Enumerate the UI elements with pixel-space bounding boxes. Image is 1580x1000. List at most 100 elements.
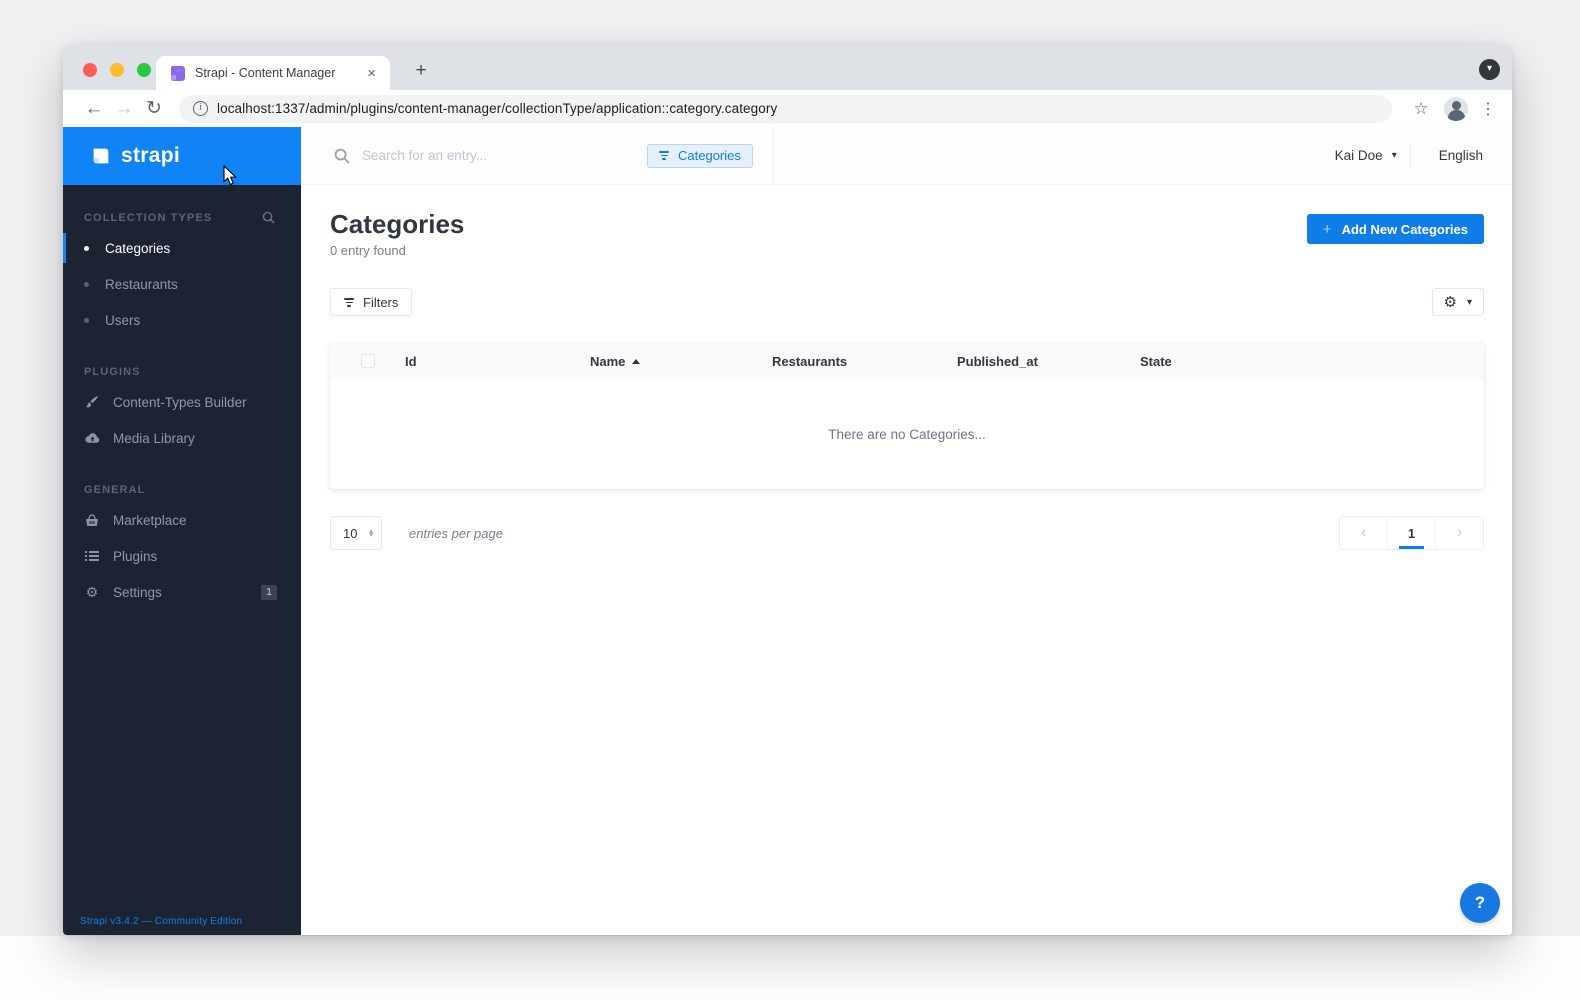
- sidebar-item-media-library[interactable]: Media Library: [63, 420, 301, 456]
- reload-icon[interactable]: ↻: [139, 97, 169, 120]
- search-input[interactable]: [362, 148, 592, 163]
- content: Categories 0 entry found + Add New Categ…: [301, 185, 1512, 935]
- sidebar-item-label: Marketplace: [113, 512, 187, 528]
- sidebar-item-label: Plugins: [113, 548, 158, 564]
- strapi-favicon-icon: [171, 66, 185, 81]
- column-label: Name: [590, 353, 626, 369]
- column-header-state[interactable]: State: [1140, 354, 1172, 369]
- strapi-logo[interactable]: strapi: [63, 127, 301, 185]
- user-name: Kai Doe: [1334, 148, 1383, 163]
- tab-title: Strapi - Content Manager: [195, 66, 336, 80]
- section-collection-types: COLLECTION TYPES: [63, 211, 301, 224]
- cloud-upload-icon: [84, 432, 100, 444]
- strapi-admin: strapi COLLECTION TYPES Categories Resta: [63, 126, 1512, 935]
- chip-label: Categories: [678, 148, 741, 163]
- window-controls: [83, 63, 151, 77]
- topbar-divider: [772, 126, 774, 185]
- paintbrush-icon: [84, 395, 100, 409]
- minimize-window-button[interactable]: [110, 63, 124, 77]
- zoom-window-button[interactable]: [137, 63, 151, 77]
- sidebar-search-icon[interactable]: [262, 211, 275, 224]
- site-info-icon[interactable]: i: [193, 101, 208, 116]
- table-empty-state: There are no Categories...: [828, 426, 986, 442]
- sidebar-item-categories[interactable]: Categories: [63, 230, 301, 266]
- add-new-categories-button[interactable]: + Add New Categories: [1306, 214, 1484, 244]
- forward-icon[interactable]: →: [109, 98, 139, 120]
- page-title: Categories: [330, 209, 465, 239]
- chevron-right-icon: ›: [1456, 524, 1463, 542]
- current-page-button[interactable]: 1: [1388, 517, 1435, 550]
- browser-tab[interactable]: Strapi - Content Manager ×: [156, 56, 390, 90]
- close-window-button[interactable]: [83, 63, 97, 77]
- tab-close-icon[interactable]: ×: [363, 65, 380, 82]
- section-label: GENERAL: [84, 484, 146, 496]
- next-page-button[interactable]: ›: [1436, 517, 1483, 549]
- language-selector[interactable]: English: [1411, 148, 1512, 163]
- entry-count: 0 entry found: [330, 243, 406, 259]
- tab-search-button[interactable]: ▾: [1479, 59, 1500, 80]
- sidebar-item-label: Media Library: [113, 430, 195, 446]
- sort-asc-icon: [632, 358, 641, 364]
- filters-label: Filters: [363, 294, 399, 310]
- user-menu[interactable]: Kai Doe ▾: [1335, 148, 1410, 163]
- chevron-left-icon: ‹: [1360, 524, 1367, 542]
- browser-menu-icon[interactable]: ⋮: [1476, 99, 1500, 119]
- main-area: Categories Kai Doe ▾ English Categories: [301, 126, 1512, 935]
- section-label: COLLECTION TYPES: [84, 211, 213, 224]
- column-header-restaurants[interactable]: Restaurants: [772, 354, 957, 369]
- sidebar-item-label: Users: [105, 312, 141, 328]
- page-header: Categories 0 entry found + Add New Categ…: [330, 209, 1484, 259]
- sidebar-item-settings[interactable]: ⚙ Settings 1: [63, 574, 301, 610]
- back-icon[interactable]: ←: [79, 98, 109, 120]
- sidebar-item-plugins[interactable]: Plugins: [63, 538, 301, 574]
- collection-filter-chip[interactable]: Categories: [647, 143, 753, 168]
- strapi-logo-icon: [93, 148, 109, 164]
- pagination-row: 10 ▴ ▾ entries per page ‹ 1 ›: [330, 516, 1484, 551]
- table-settings-button[interactable]: ⚙ ▾: [1431, 288, 1484, 317]
- sidebar-item-restaurants[interactable]: Restaurants: [63, 266, 301, 302]
- caret-down-icon: ▾: [1391, 150, 1397, 161]
- section-label: PLUGINS: [84, 366, 141, 378]
- brand-name: strapi: [121, 144, 180, 167]
- column-header-name[interactable]: Name: [590, 354, 772, 369]
- sidebar-item-label: Settings: [113, 584, 162, 600]
- url-bar[interactable]: i localhost:1337/admin/plugins/content-m…: [179, 94, 1392, 123]
- add-button-label: Add New Categories: [1341, 221, 1468, 237]
- stepper-icon: ▴ ▾: [369, 525, 373, 540]
- filter-icon: [344, 297, 354, 307]
- section-general: GENERAL: [63, 484, 301, 496]
- sidebar-item-users[interactable]: Users: [63, 302, 301, 338]
- filter-icon: [659, 151, 669, 160]
- browser-tab-strip: Strapi - Content Manager × + ▾: [63, 45, 1512, 90]
- section-plugins: PLUGINS: [63, 366, 301, 378]
- app-topbar: Categories Kai Doe ▾ English: [301, 126, 1512, 185]
- sidebar-item-label: Restaurants: [105, 276, 178, 292]
- select-all-checkbox[interactable]: [360, 354, 375, 369]
- pagination: ‹ 1 ›: [1339, 516, 1484, 551]
- column-header-id[interactable]: Id: [405, 354, 590, 369]
- sidebar-item-label: Content-Types Builder: [113, 394, 247, 410]
- list-icon: [84, 550, 100, 562]
- table-header-row: Id Name Restaurants Published_at State: [330, 343, 1484, 380]
- settings-gear-icon: ⚙: [85, 583, 99, 600]
- sidebar-item-label: Categories: [105, 240, 171, 256]
- entries-per-page-select[interactable]: 10 ▴ ▾: [330, 516, 382, 551]
- filters-button[interactable]: Filters: [330, 288, 413, 317]
- entry-search[interactable]: [301, 148, 601, 164]
- bookmark-star-icon[interactable]: ☆: [1406, 99, 1436, 119]
- plus-icon: +: [1322, 220, 1332, 238]
- sidebar-item-content-types-builder[interactable]: Content-Types Builder: [63, 384, 301, 420]
- previous-page-button[interactable]: ‹: [1340, 517, 1387, 549]
- table-toolbar: Filters ⚙ ▾: [330, 288, 1484, 317]
- settings-badge: 1: [261, 584, 277, 600]
- version-footer-link[interactable]: Strapi v3.4.2 — Community Edition: [80, 916, 242, 927]
- bullet-icon: [84, 281, 89, 287]
- bullet-icon: [84, 245, 89, 251]
- basket-icon: [84, 513, 100, 527]
- browser-profile-avatar[interactable]: [1444, 96, 1468, 121]
- new-tab-button[interactable]: +: [408, 59, 434, 85]
- help-button[interactable]: ?: [1460, 883, 1500, 923]
- sidebar-item-marketplace[interactable]: Marketplace: [63, 502, 301, 538]
- column-header-published-at[interactable]: Published_at: [957, 354, 1140, 369]
- entries-per-page-value: 10: [343, 525, 358, 541]
